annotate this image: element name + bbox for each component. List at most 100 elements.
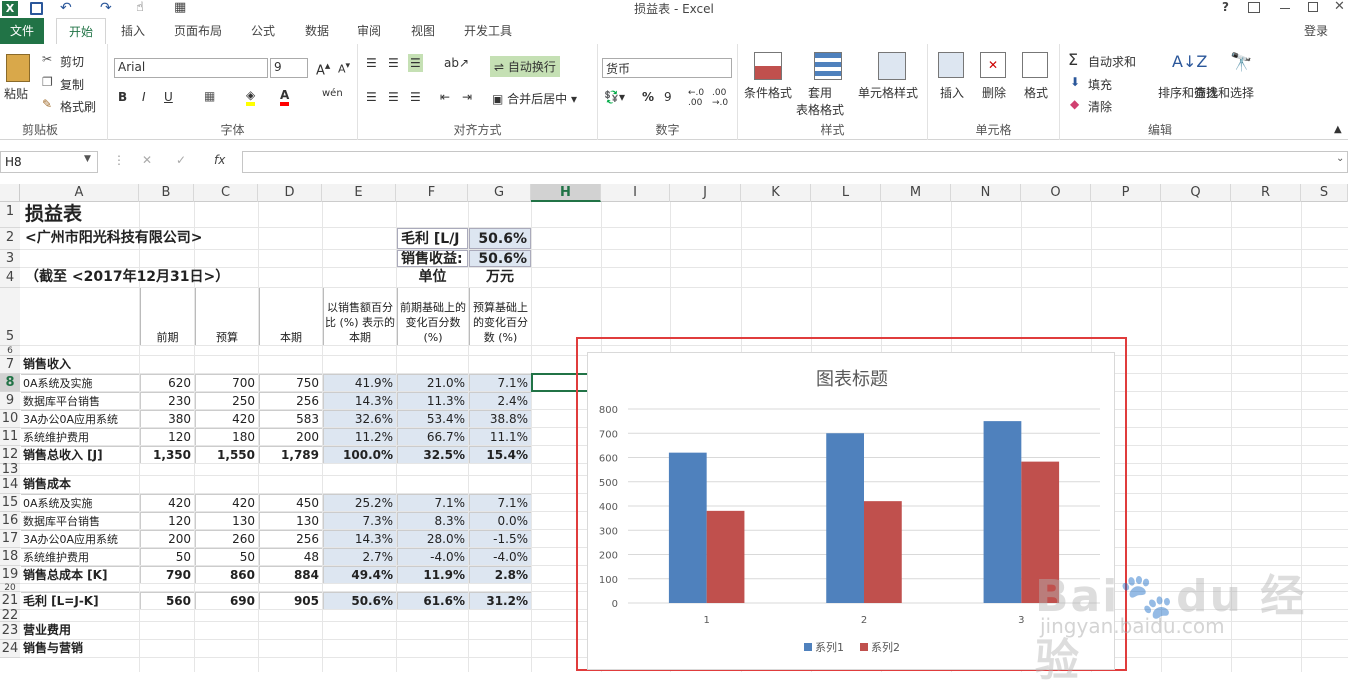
revenue-row-label[interactable]: 系统维护费用 <box>21 428 139 445</box>
align-middle-icon[interactable]: ☰ <box>388 56 399 70</box>
company-name[interactable]: <广州市阳光科技有限公司> <box>21 228 322 249</box>
font-size-select[interactable]: 9 <box>270 58 308 78</box>
format-painter-icon[interactable]: ✎ <box>42 97 52 111</box>
cut-button[interactable]: 剪切 <box>60 53 84 70</box>
border-icon[interactable]: ▦ <box>204 89 215 103</box>
report-date[interactable]: （截至 <2017年12月31日>） <box>21 268 322 287</box>
align-center-icon[interactable]: ☰ <box>388 90 399 104</box>
row-header-2[interactable]: 2 <box>0 228 20 250</box>
revenue-row-value[interactable]: 380 <box>140 410 194 427</box>
cost-row-value[interactable]: 256 <box>259 530 322 547</box>
cost-row-label[interactable]: 销售总成本 [K] <box>21 566 139 583</box>
decrease-decimal-icon[interactable]: .00 →.0 <box>712 88 728 108</box>
cost-row-value[interactable]: -4.0% <box>469 548 531 565</box>
revenue-row-value[interactable]: 1,789 <box>259 446 322 463</box>
revenue-row-value[interactable]: 7.1% <box>469 374 531 391</box>
row-header-7[interactable]: 7 <box>0 356 20 374</box>
column-header-k[interactable]: K <box>741 184 811 202</box>
row-header-23[interactable]: 23 <box>0 622 20 640</box>
formula-input[interactable] <box>242 151 1348 173</box>
cost-row-value[interactable]: 200 <box>140 530 194 547</box>
close-icon[interactable]: ✕ <box>1334 0 1345 14</box>
tab-developer[interactable]: 开发工具 <box>456 18 520 44</box>
revenue-row-value[interactable]: 38.8% <box>469 410 531 427</box>
revenue-row-value[interactable]: 66.7% <box>397 428 468 445</box>
gross-profit-row-value[interactable]: 905 <box>259 592 322 609</box>
cost-row-label[interactable]: 0A系统及实施 <box>21 494 139 511</box>
revenue-row-value[interactable]: 11.1% <box>469 428 531 445</box>
autosum-icon[interactable]: Σ <box>1068 50 1078 69</box>
bold-button[interactable]: B <box>118 90 127 104</box>
column-header-e[interactable]: E <box>322 184 396 202</box>
revenue-row-value[interactable]: 620 <box>140 374 194 391</box>
gross-margin-label[interactable]: 毛利 [L/J <box>397 228 468 249</box>
column-header-p[interactable]: P <box>1091 184 1161 202</box>
cost-row-value[interactable]: 48 <box>259 548 322 565</box>
row-header-19[interactable]: 19 <box>0 566 20 584</box>
gross-profit-row-value[interactable]: 61.6% <box>397 592 468 609</box>
fill-button[interactable]: 填充 <box>1088 76 1112 93</box>
sales-return-label[interactable]: 销售收益: <box>397 250 468 267</box>
restore-icon[interactable] <box>1308 2 1318 12</box>
revenue-row-value[interactable]: 11.2% <box>323 428 396 445</box>
gross-profit-row-value[interactable]: 690 <box>195 592 258 609</box>
cost-row-value[interactable]: 0.0% <box>469 512 531 529</box>
section-revenue[interactable]: 销售收入 <box>21 356 139 373</box>
revenue-row-value[interactable]: 2.4% <box>469 392 531 409</box>
section-marketing[interactable]: 销售与营销 <box>21 640 139 657</box>
revenue-row-value[interactable]: 15.4% <box>469 446 531 463</box>
row-header-1[interactable]: 1 <box>0 202 20 228</box>
header-pct-budget[interactable]: 预算基础上的变化百分数 (%) <box>469 288 531 345</box>
cost-row-value[interactable]: 28.0% <box>397 530 468 547</box>
font-shrink-icon[interactable]: A▾ <box>338 60 350 76</box>
revenue-row-value[interactable]: 11.3% <box>397 392 468 409</box>
format-table-button[interactable]: 套用 表格格式 <box>796 84 844 118</box>
row-header-6[interactable]: 6 <box>0 346 20 356</box>
cost-row-value[interactable]: 8.3% <box>397 512 468 529</box>
revenue-row-value[interactable]: 420 <box>195 410 258 427</box>
cost-row-value[interactable]: 50 <box>140 548 194 565</box>
column-header-h[interactable]: H <box>531 184 601 202</box>
underline-button[interactable]: U <box>164 90 173 104</box>
insert-function-icon[interactable]: fx <box>214 153 225 167</box>
comma-button[interactable]: 9 <box>664 90 672 104</box>
cost-row-value[interactable]: 420 <box>195 494 258 511</box>
copy-icon[interactable]: ❐ <box>42 75 53 89</box>
insert-cells-button[interactable]: 插入 <box>940 84 964 101</box>
revenue-row-label[interactable]: 0A系统及实施 <box>21 374 139 391</box>
percent-button[interactable]: % <box>642 90 654 104</box>
revenue-row-value[interactable]: 256 <box>259 392 322 409</box>
row-header-13[interactable]: 13 <box>0 463 20 476</box>
column-header-l[interactable]: L <box>811 184 881 202</box>
column-header-g[interactable]: G <box>468 184 531 202</box>
row-header-3[interactable]: 3 <box>0 250 20 268</box>
login-link[interactable]: 登录 <box>1296 18 1336 44</box>
cost-row-value[interactable]: 7.1% <box>397 494 468 511</box>
gross-profit-row-value[interactable]: 31.2% <box>469 592 531 609</box>
cost-row-value[interactable]: 7.1% <box>469 494 531 511</box>
column-header-b[interactable]: B <box>139 184 194 202</box>
row-header-15[interactable]: 15 <box>0 494 20 512</box>
help-icon[interactable]: ? <box>1222 0 1229 14</box>
tab-page-layout[interactable]: 页面布局 <box>166 18 230 44</box>
column-header-i[interactable]: I <box>601 184 670 202</box>
revenue-row-value[interactable]: 700 <box>195 374 258 391</box>
header-budget[interactable]: 预算 <box>195 288 258 345</box>
cancel-icon[interactable]: ✕ <box>142 153 152 167</box>
currency-icon[interactable]: 💱▾ <box>604 90 625 104</box>
tab-home[interactable]: 开始 <box>56 18 106 44</box>
font-color-icon[interactable]: A <box>280 88 290 106</box>
column-header-q[interactable]: Q <box>1161 184 1231 202</box>
align-right-icon[interactable]: ☰ <box>410 90 421 104</box>
align-left-icon[interactable]: ☰ <box>366 90 377 104</box>
italic-button[interactable]: I <box>142 90 146 104</box>
paste-icon[interactable] <box>6 54 30 82</box>
header-pct-prev[interactable]: 前期基础上的变化百分数 (%) <box>397 288 468 345</box>
revenue-row-value[interactable]: 14.3% <box>323 392 396 409</box>
find-select-label[interactable]: 查找和选择 <box>1194 84 1254 101</box>
tab-formulas[interactable]: 公式 <box>240 18 286 44</box>
phonetic-button[interactable]: wén <box>322 88 343 99</box>
header-current[interactable]: 本期 <box>259 288 322 345</box>
revenue-row-value[interactable]: 583 <box>259 410 322 427</box>
revenue-row-label[interactable]: 3A办公0A应用系统 <box>21 410 139 427</box>
